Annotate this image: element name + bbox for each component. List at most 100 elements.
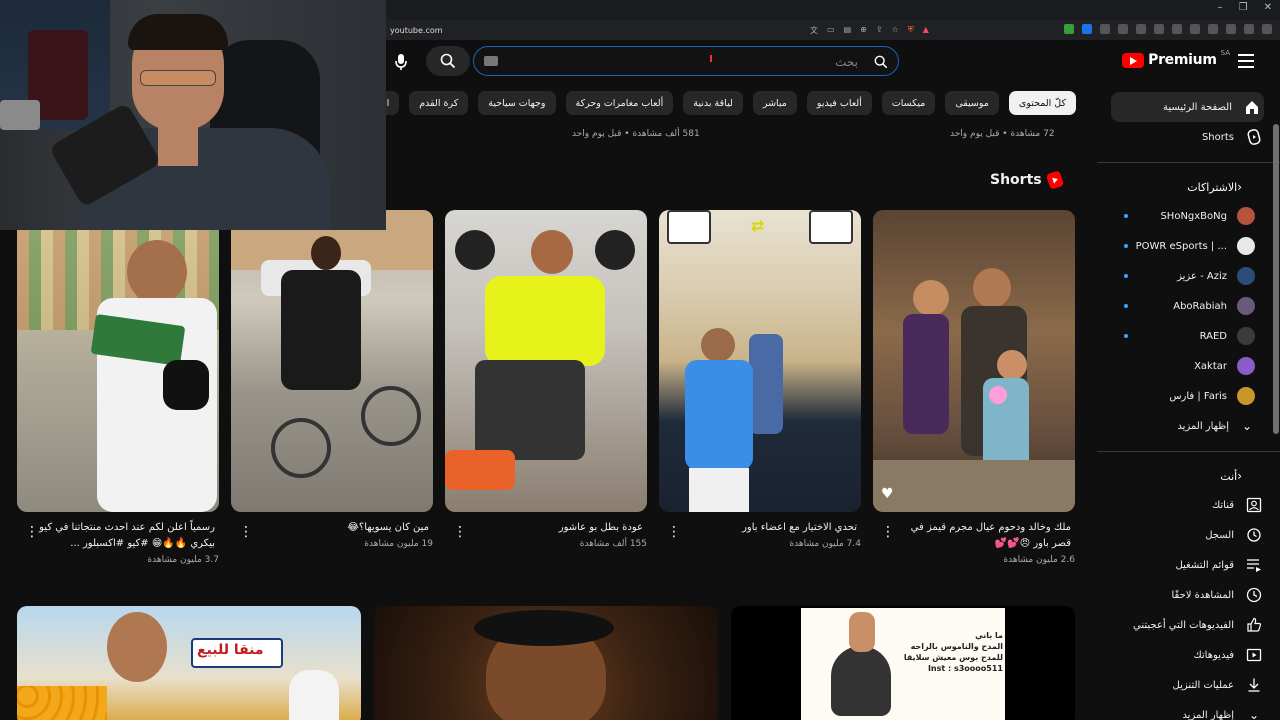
extension-icon[interactable] (1154, 24, 1164, 34)
short-title[interactable]: مين كان يسويها؟😂 (247, 520, 433, 536)
short-title[interactable]: عودة بطل بو عاشور (461, 520, 647, 536)
history-icon (1246, 527, 1262, 543)
subscriptions-heading[interactable]: الاشتراكات › (1097, 173, 1280, 201)
heart-icon: ♥ (881, 486, 894, 502)
short-thumbnail[interactable] (445, 210, 647, 512)
search-input[interactable] (514, 53, 858, 71)
extension-icon[interactable] (1118, 24, 1128, 34)
short-thumbnail[interactable]: ⇄ (659, 210, 861, 512)
menu-icon[interactable] (1262, 24, 1272, 34)
bookmark-icon[interactable]: ☆ (892, 25, 899, 36)
share-icon[interactable]: ⇪ (876, 25, 883, 36)
voice-search-button[interactable] (388, 48, 414, 76)
short-title[interactable]: ملك وخالد ودحوم عيال مجرم قيمز في قصر با… (889, 520, 1075, 552)
short-thumbnail[interactable]: ♥ (873, 210, 1075, 512)
subscription-item[interactable]: Xaktar (1097, 351, 1280, 381)
more-options-icon[interactable]: ⋮ (239, 524, 253, 540)
more-options-icon[interactable]: ⋮ (453, 524, 467, 540)
subscription-item[interactable]: POWR eSports | ... (1097, 231, 1280, 261)
chip-action-adventure[interactable]: ألعاب مغامرات وحركة (565, 91, 674, 115)
avatar (1237, 267, 1255, 285)
sidebar-item-home[interactable]: الصفحة الرئيسية (1111, 92, 1264, 122)
sidebar-item-liked-videos[interactable]: الفيديوهات التي أعجبتني (1097, 610, 1280, 640)
new-content-dot (1124, 274, 1128, 278)
chip-all[interactable]: كلّ المحتوى (1008, 91, 1076, 115)
brave-shield-icon[interactable]: ⛨ (908, 25, 914, 36)
chip-live[interactable]: مباشر (752, 91, 797, 115)
show-more-button[interactable]: إظهار المزيد ⌄ (1097, 700, 1280, 720)
sidebar-scrollbar[interactable] (1273, 124, 1279, 434)
sidebar-toggle-icon[interactable] (1190, 24, 1200, 34)
extension-icon[interactable] (1136, 24, 1146, 34)
chip-fitness[interactable]: لياقة بدنية (683, 91, 743, 115)
reader-icon[interactable]: ▤ (844, 25, 852, 36)
zoom-icon[interactable]: ⊕ (860, 25, 867, 36)
short-title[interactable]: تحدي الاختيار مع اعضاء باور (675, 520, 861, 536)
address-bar[interactable]: youtube.com 文 ▭ ▤ ⊕ ⇪ ☆ ⛨ ▲ (386, 21, 1280, 39)
tab-bar: – ❐ ✕ (386, 0, 1280, 20)
chip-music[interactable]: موسيقى (945, 91, 999, 115)
close-button[interactable]: ✕ (1264, 2, 1272, 13)
short-title[interactable]: رسمياً اعلن لكم عند احدث منتجاتنا في كيو… (33, 520, 219, 552)
subscription-label: POWR eSports | ... (1135, 240, 1227, 252)
minimize-button[interactable]: – (1218, 2, 1223, 13)
subscription-item[interactable]: عزيز - Aziz (1097, 261, 1280, 291)
subscription-label: SHoNgxBoNg (1160, 210, 1227, 222)
extension-icon[interactable] (1064, 24, 1074, 34)
short-card[interactable]: ⇄ ⋮ تحدي الاختيار مع اعضاء باور 7.4 مليو… (659, 210, 861, 549)
chip-recently-uploaded[interactable]: القنوات التي تم تحميلها مؤخرًا (386, 91, 400, 115)
you-heading[interactable]: أنت › (1097, 462, 1280, 490)
rewards-icon[interactable]: ▲ (923, 25, 929, 36)
more-options-icon[interactable]: ⋮ (881, 524, 895, 540)
chip-gaming[interactable]: ألعاب فيديو (806, 91, 872, 115)
hamburger-menu-icon[interactable] (1238, 54, 1254, 68)
short-thumbnail[interactable] (17, 210, 219, 512)
translate-icon[interactable]: 文 (810, 25, 818, 36)
sidebar-item-label: المشاهدة لاحقًا (1171, 589, 1234, 601)
short-card[interactable]: ⋮ مين كان يسويها؟😂 19 مليون مشاهدة (231, 210, 433, 549)
video-thumbnail[interactable]: منقا للبيع (17, 606, 361, 720)
search-box[interactable] (473, 46, 899, 76)
more-options-icon[interactable]: ⋮ (25, 524, 39, 540)
wallet-icon[interactable] (1208, 24, 1218, 34)
subscription-item[interactable]: RAED (1097, 321, 1280, 351)
youtube-premium-logo[interactable]: Premium SA (1122, 49, 1230, 68)
avatar (1237, 357, 1255, 375)
chip-football[interactable]: كرة القدم (409, 91, 469, 115)
chip-mixes[interactable]: ميكسات (881, 91, 936, 115)
profile-icon[interactable] (1244, 24, 1254, 34)
extension-icon[interactable] (1100, 24, 1110, 34)
more-options-icon[interactable]: ⋮ (667, 524, 681, 540)
short-views: 155 ألف مشاهدة (579, 539, 647, 549)
webcam-overlay (0, 0, 386, 230)
sidebar-item-downloads[interactable]: عمليات التنزيل (1097, 670, 1280, 700)
restore-button[interactable]: ❐ (1239, 2, 1248, 13)
extension-icon[interactable] (1082, 24, 1092, 34)
short-card[interactable]: ♥ ⋮ ملك وخالد ودحوم عيال مجرم قيمز في قص… (873, 210, 1075, 565)
search-button[interactable] (426, 46, 470, 76)
short-thumbnail[interactable] (231, 210, 433, 512)
extension-icon[interactable] (1172, 24, 1182, 34)
subscription-item[interactable]: SHoNgxBoNg (1097, 201, 1280, 231)
address-bar-icons: 文 ▭ ▤ ⊕ ⇪ ☆ ⛨ ▲ (810, 25, 929, 36)
sidebar-item-playlists[interactable]: قوائم التشغيل (1097, 550, 1280, 580)
chip-destinations[interactable]: وجهات سياحية (478, 91, 556, 115)
subscription-item[interactable]: فارس | Faris (1097, 381, 1280, 411)
video-thumbnail[interactable] (374, 606, 718, 720)
url-text[interactable]: youtube.com (390, 26, 810, 35)
sidebar-item-shorts[interactable]: Shorts (1097, 122, 1280, 152)
show-more-button[interactable]: إظهار المزيد ⌄ (1097, 411, 1280, 441)
sidebar-item-your-channel[interactable]: قناتك (1097, 490, 1280, 520)
sidebar-item-history[interactable]: السجل (1097, 520, 1280, 550)
sidebar-item-your-videos[interactable]: فيديوهاتك (1097, 640, 1280, 670)
cast-icon[interactable]: ▭ (827, 25, 835, 36)
keyboard-icon[interactable] (484, 56, 498, 66)
vpn-icon[interactable] (1226, 24, 1236, 34)
sidebar-item-watch-later[interactable]: المشاهدة لاحقًا (1097, 580, 1280, 610)
subscription-item[interactable]: AboRabiah (1097, 291, 1280, 321)
sidebar-item-label: عمليات التنزيل (1172, 679, 1234, 691)
short-card[interactable]: ⋮ عودة بطل بو عاشور 155 ألف مشاهدة (445, 210, 647, 549)
video-thumbnail[interactable]: ما باني المدح والناموس بالراحه للمدح بوس… (731, 606, 1075, 720)
search-icon (440, 53, 456, 69)
short-card[interactable]: ⋮ رسمياً اعلن لكم عند احدث منتجاتنا في ك… (17, 210, 219, 565)
